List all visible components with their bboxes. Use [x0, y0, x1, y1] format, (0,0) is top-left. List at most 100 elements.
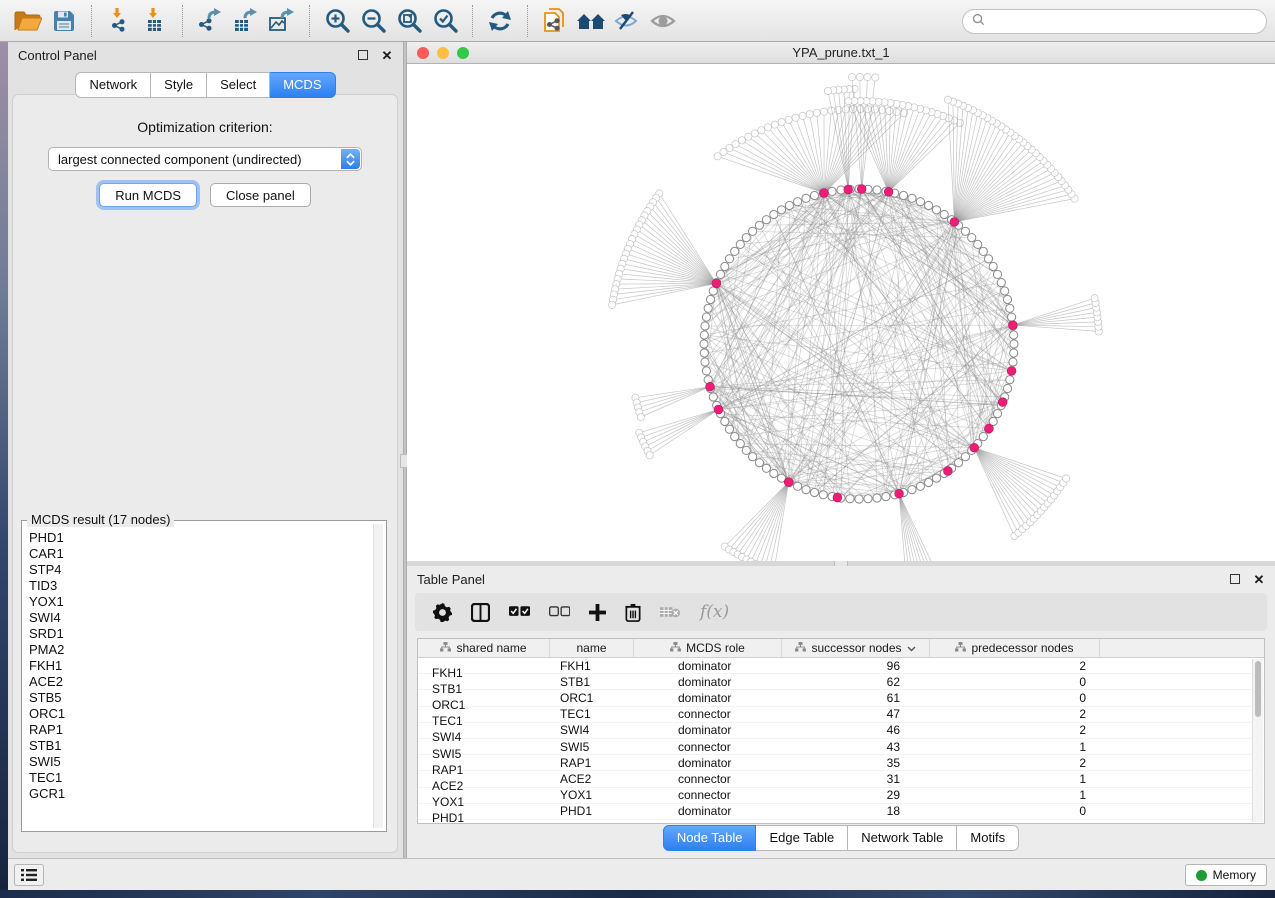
column-header-shared-name[interactable]: shared name [418, 639, 550, 657]
table-cell[interactable]: 43 [782, 740, 930, 754]
hide-selected-icon[interactable] [609, 4, 645, 38]
column-header-successor-nodes[interactable]: successor nodes [782, 639, 930, 657]
table-cell[interactable]: 2 [930, 723, 1100, 737]
table-cell[interactable]: 46 [782, 723, 930, 737]
table-cell[interactable]: FKH1 [550, 659, 634, 673]
mcds-result-list[interactable]: PHD1CAR1STP4TID3YOX1SWI4SRD1PMA2FKH1ACE2… [25, 524, 372, 828]
settings-icon[interactable] [433, 603, 452, 622]
result-node-item[interactable]: YOX1 [29, 594, 368, 610]
save-session-icon[interactable] [46, 4, 82, 38]
zoom-fit-icon[interactable] [391, 4, 427, 38]
table-cell[interactable]: connector [634, 788, 782, 802]
table-cell[interactable]: connector [634, 772, 782, 786]
result-node-item[interactable]: CAR1 [29, 546, 368, 562]
result-node-item[interactable]: STB1 [29, 738, 368, 754]
result-node-item[interactable]: PHD1 [29, 530, 368, 546]
open-session-icon[interactable] [10, 4, 46, 38]
table-cell[interactable]: dominator [634, 691, 782, 705]
tab-edge-table[interactable]: Edge Table [756, 825, 848, 851]
result-node-item[interactable]: SRD1 [29, 626, 368, 642]
result-node-item[interactable]: TID3 [29, 578, 368, 594]
table-cell[interactable]: STB1 [550, 675, 634, 689]
table-cell[interactable]: 96 [782, 659, 930, 673]
table-cell[interactable]: 1 [930, 740, 1100, 754]
table-cell[interactable]: dominator [634, 659, 782, 673]
tab-select[interactable]: Select [207, 72, 270, 98]
float-panel-icon[interactable] [1227, 571, 1243, 587]
tab-network[interactable]: Network [75, 72, 151, 98]
task-history-button[interactable] [14, 864, 44, 886]
table-cell[interactable]: 47 [782, 707, 930, 721]
table-cell[interactable]: 1 [930, 788, 1100, 802]
deselect-all-icon[interactable] [549, 606, 570, 618]
home-networks-icon[interactable] [573, 4, 609, 38]
table-row[interactable]: PHD1PHD1dominator180 [418, 804, 1264, 820]
close-panel-icon[interactable]: ✕ [1251, 571, 1267, 587]
table-cell[interactable]: 2 [930, 707, 1100, 721]
result-node-item[interactable]: FKH1 [29, 658, 368, 674]
result-node-item[interactable]: GCR1 [29, 786, 368, 802]
column-header-predecessor-nodes[interactable]: predecessor nodes [930, 639, 1100, 657]
share-document-icon[interactable] [537, 4, 573, 38]
criterion-dropdown[interactable]: largest connected component (undirected) [48, 147, 362, 171]
table-cell[interactable]: ACE2 [550, 772, 634, 786]
table-cell[interactable]: 0 [930, 675, 1100, 689]
table-cell[interactable]: dominator [634, 756, 782, 770]
add-row-icon[interactable] [589, 604, 606, 621]
network-graph[interactable] [407, 64, 1275, 561]
result-node-item[interactable]: ORC1 [29, 706, 368, 722]
export-image-icon[interactable] [264, 4, 300, 38]
tab-motifs[interactable]: Motifs [957, 825, 1019, 851]
close-panel-button[interactable]: Close panel [210, 183, 311, 207]
table-cell[interactable]: TEC1 [550, 707, 634, 721]
table-cell[interactable]: SWI5 [550, 740, 634, 754]
network-window-titlebar[interactable]: YPA_prune.txt_1 [407, 42, 1275, 64]
split-view-icon[interactable] [471, 603, 490, 622]
network-canvas[interactable] [407, 64, 1275, 561]
table-cell[interactable]: 61 [782, 691, 930, 705]
table-cell[interactable]: 0 [930, 691, 1100, 705]
delete-row-icon[interactable] [625, 603, 641, 622]
memory-button[interactable]: Memory [1185, 864, 1267, 886]
refresh-layout-icon[interactable] [482, 4, 518, 38]
table-scrollbar[interactable] [1252, 659, 1263, 822]
table-cell[interactable]: 29 [782, 788, 930, 802]
search-box[interactable] [962, 9, 1267, 34]
column-header-MCDS-role[interactable]: MCDS role [634, 639, 782, 657]
import-network-icon[interactable] [101, 4, 137, 38]
result-node-item[interactable]: SWI5 [29, 754, 368, 770]
table-cell[interactable]: SWI4 [550, 723, 634, 737]
tab-mcds[interactable]: MCDS [270, 72, 335, 98]
table-cell[interactable]: connector [634, 740, 782, 754]
table-cell[interactable]: dominator [634, 804, 782, 818]
table-cell[interactable]: 2 [930, 756, 1100, 770]
table-cell[interactable]: RAP1 [550, 756, 634, 770]
table-cell[interactable]: dominator [634, 675, 782, 689]
tab-node-table[interactable]: Node Table [663, 825, 757, 851]
table-cell[interactable]: PHD1 [550, 804, 634, 818]
table-cell[interactable]: 2 [930, 659, 1100, 673]
result-node-item[interactable]: ACE2 [29, 674, 368, 690]
zoom-selected-icon[interactable] [427, 4, 463, 38]
result-node-item[interactable]: SWI4 [29, 610, 368, 626]
show-all-icon[interactable] [645, 4, 681, 38]
result-node-item[interactable]: TEC1 [29, 770, 368, 786]
table-cell[interactable]: 0 [930, 804, 1100, 818]
scrollbar-thumb[interactable] [1255, 661, 1261, 717]
table-cell[interactable]: connector [634, 707, 782, 721]
result-scrollbar[interactable] [373, 524, 383, 828]
column-header-name[interactable]: name [550, 639, 634, 657]
table-cell[interactable]: ORC1 [550, 691, 634, 705]
run-mcds-button[interactable]: Run MCDS [99, 183, 197, 207]
table-cell[interactable]: YOX1 [550, 788, 634, 802]
table-cell[interactable]: dominator [634, 723, 782, 737]
export-network-icon[interactable] [192, 4, 228, 38]
table-cell[interactable]: 18 [782, 804, 930, 818]
result-node-item[interactable]: PMA2 [29, 642, 368, 658]
export-table-icon[interactable] [228, 4, 264, 38]
minimize-window-icon[interactable] [437, 47, 449, 59]
table-cell[interactable]: 1 [930, 772, 1100, 786]
select-all-icon[interactable] [509, 606, 530, 618]
close-window-icon[interactable] [417, 47, 429, 59]
tab-network-table[interactable]: Network Table [848, 825, 957, 851]
